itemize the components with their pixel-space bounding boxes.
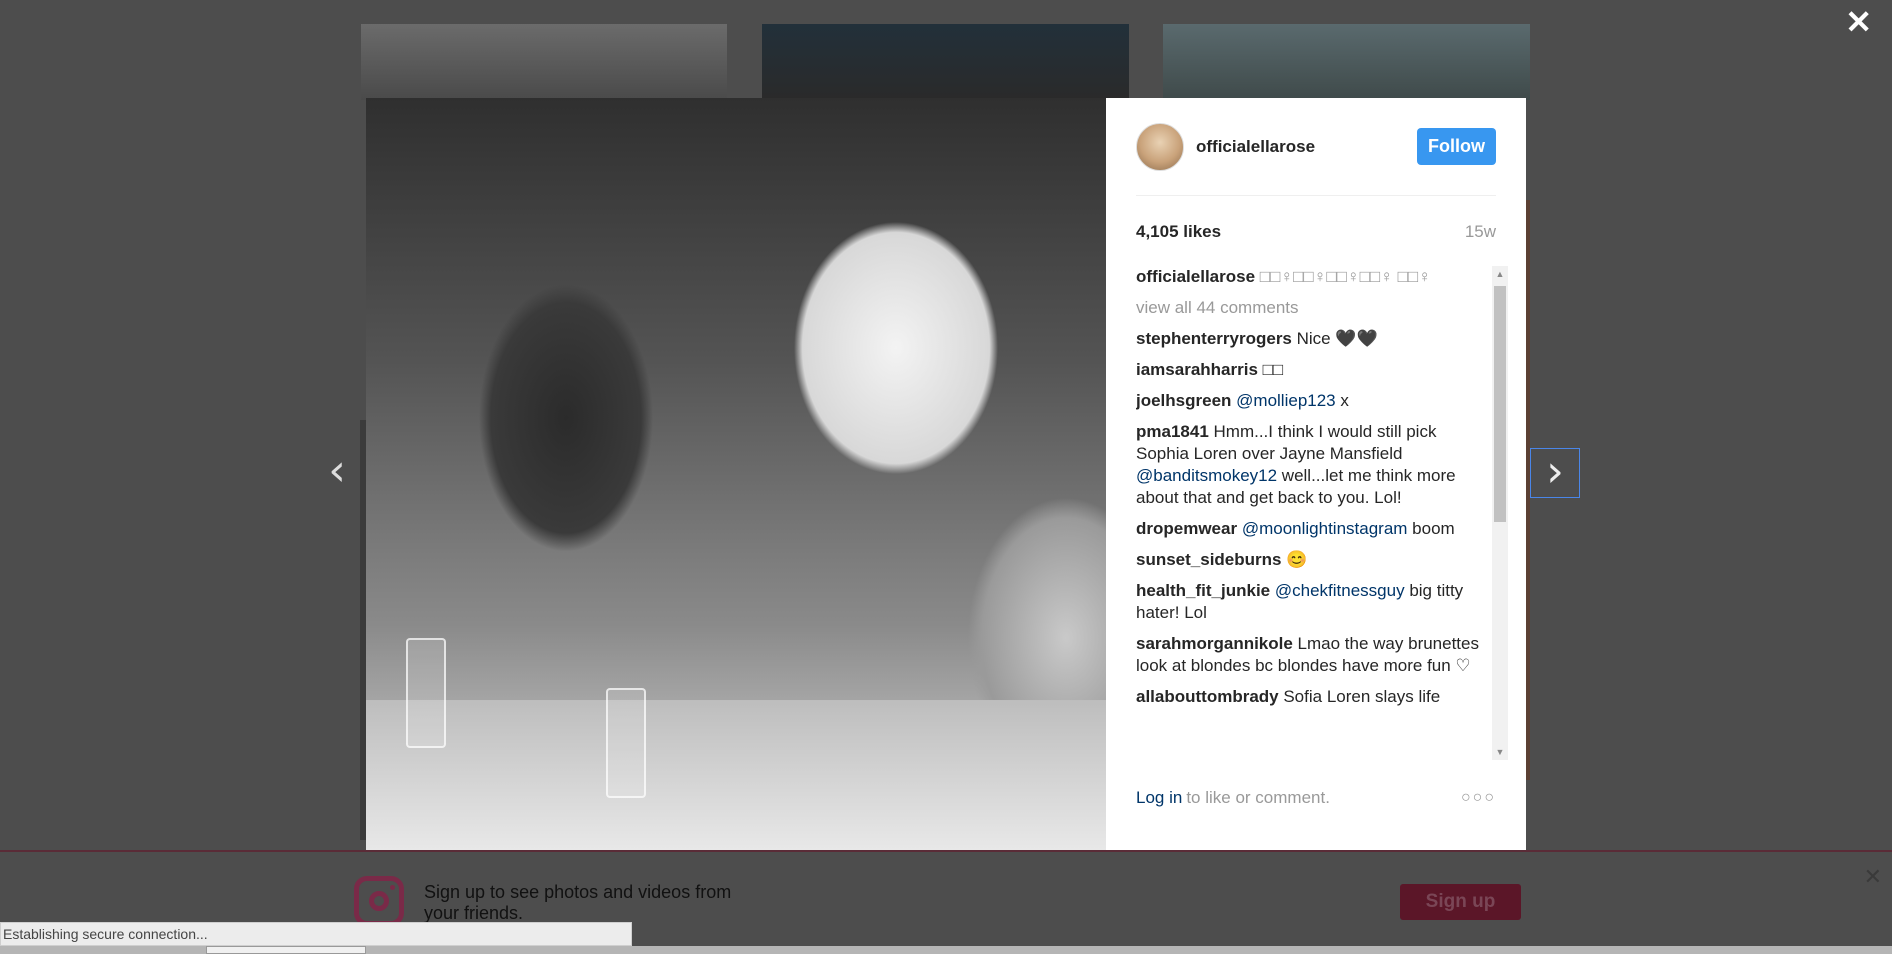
- post-footer: Log in to like or comment. ○○○: [1136, 788, 1496, 808]
- comment-username[interactable]: dropemwear: [1136, 519, 1237, 538]
- comment-mention-link[interactable]: @molliep123: [1236, 391, 1335, 410]
- browser-status-bar: Establishing secure connection...: [0, 922, 632, 946]
- scroll-up-arrow-icon[interactable]: ▲: [1492, 266, 1508, 282]
- comment-username[interactable]: health_fit_junkie: [1136, 581, 1270, 600]
- login-prompt-text: to like or comment.: [1186, 788, 1330, 807]
- comment-item: pma1841 Hmm...I think I would still pick…: [1136, 421, 1502, 509]
- next-post-arrow-icon[interactable]: ›: [1530, 448, 1580, 498]
- banner-close-icon[interactable]: ✕: [1864, 864, 1882, 890]
- comment-text: x: [1335, 391, 1349, 410]
- comment-username[interactable]: joelhsgreen: [1136, 391, 1231, 410]
- previous-post-arrow-icon[interactable]: ‹: [312, 448, 362, 498]
- instagram-lens: [369, 891, 389, 911]
- comment-text: 😊: [1281, 550, 1308, 569]
- comment-item: iamsarahharris □□: [1136, 359, 1502, 381]
- post-sidebar: officialellarose Follow 4,105 likes 15w …: [1106, 98, 1526, 850]
- post-modal: officialellarose Follow 4,105 likes 15w …: [366, 98, 1526, 850]
- comment-username[interactable]: sunset_sideburns: [1136, 550, 1282, 569]
- post-header: officialellarose Follow: [1136, 98, 1496, 196]
- view-all-comments-link[interactable]: view all 44 comments: [1136, 297, 1502, 319]
- background-thumbnail[interactable]: [361, 24, 727, 100]
- post-meta: 4,105 likes 15w: [1136, 222, 1496, 242]
- avatar[interactable]: [1136, 122, 1184, 171]
- comment-item: stephenterryrogers Nice 🖤🖤: [1136, 328, 1502, 350]
- comment-item: sarahmorgannikole Lmao the way brunettes…: [1136, 633, 1502, 677]
- follow-button[interactable]: Follow: [1417, 128, 1496, 165]
- comment-text: □□: [1257, 360, 1284, 379]
- scroll-down-arrow-icon[interactable]: ▼: [1492, 744, 1508, 760]
- comment-username[interactable]: sarahmorgannikole: [1136, 634, 1293, 653]
- photo-region: [366, 700, 1106, 850]
- close-modal-button[interactable]: ✕: [1845, 6, 1872, 38]
- comment-item: joelhsgreen @molliep123 x: [1136, 390, 1502, 412]
- signup-button[interactable]: Sign up: [1400, 884, 1521, 920]
- instagram-dot: [390, 885, 395, 890]
- post-photo[interactable]: [366, 98, 1106, 850]
- comment-item: allabouttombrady Sofia Loren slays life: [1136, 686, 1502, 708]
- photo-region: [606, 688, 646, 798]
- comment-text: Nice 🖤🖤: [1291, 329, 1378, 348]
- comment-username[interactable]: allabouttombrady: [1136, 687, 1279, 706]
- comment-item: health_fit_junkie @chekfitnessguy big ti…: [1136, 580, 1502, 624]
- post-username[interactable]: officialellarose: [1196, 137, 1315, 157]
- caption: officialellarose □□♀□□♀□□♀□□♀ □□♀: [1136, 266, 1502, 288]
- background-thumbnail[interactable]: [1163, 24, 1530, 100]
- comment-mention-link[interactable]: @chekfitnessguy: [1275, 581, 1405, 600]
- comments-scrollbar[interactable]: ▲ ▼: [1492, 266, 1508, 760]
- likes-count[interactable]: 4,105 likes: [1136, 222, 1221, 242]
- background-thumbnail[interactable]: [762, 24, 1129, 100]
- comment-mention-link[interactable]: @banditsmokey12: [1136, 466, 1277, 485]
- comment-mention-link[interactable]: @moonlightinstagram: [1242, 519, 1408, 538]
- comment-text: boom: [1407, 519, 1455, 538]
- taskbar-tab[interactable]: [206, 946, 366, 954]
- instagram-logo-icon: [354, 876, 404, 926]
- login-link[interactable]: Log in: [1136, 788, 1182, 808]
- comment-username[interactable]: iamsarahharris: [1136, 360, 1258, 379]
- scrollbar-thumb[interactable]: [1494, 286, 1506, 522]
- caption-text: □□♀□□♀□□♀□□♀ □□♀: [1259, 267, 1431, 286]
- more-options-icon[interactable]: ○○○: [1461, 789, 1496, 807]
- comment-item: sunset_sideburns 😊: [1136, 549, 1502, 571]
- comment-username[interactable]: stephenterryrogers: [1136, 329, 1292, 348]
- photo-region: [406, 638, 446, 748]
- banner-text: Sign up to see photos and videos from yo…: [424, 882, 732, 923]
- post-age[interactable]: 15w: [1465, 222, 1496, 242]
- comment-text: Sofia Loren slays life: [1278, 687, 1441, 706]
- comment-item: dropemwear @moonlightinstagram boom: [1136, 518, 1502, 540]
- caption-username[interactable]: officialellarose: [1136, 267, 1255, 286]
- comments-list[interactable]: officialellarose □□♀□□♀□□♀□□♀ □□♀ view a…: [1136, 266, 1502, 760]
- comment-username[interactable]: pma1841: [1136, 422, 1209, 441]
